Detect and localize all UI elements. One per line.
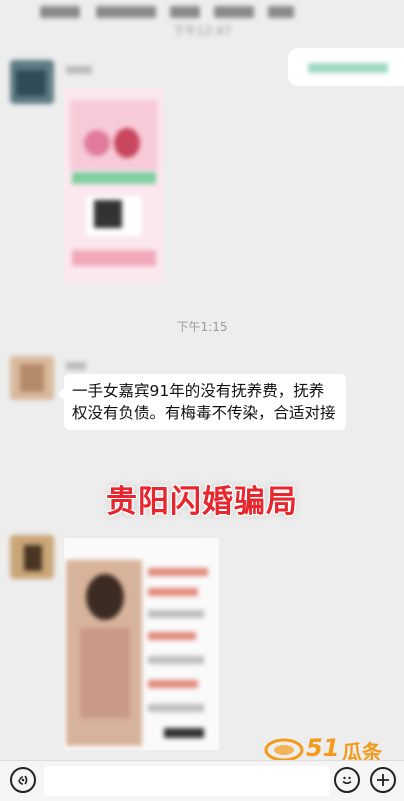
avatar[interactable] (10, 535, 54, 579)
avatar[interactable] (10, 356, 54, 400)
sender-name-1 (66, 66, 92, 74)
shared-poster-card[interactable] (64, 88, 164, 284)
outgoing-message-bubble[interactable] (288, 48, 404, 86)
emoji-icon[interactable] (334, 767, 360, 793)
timestamp-mid: 下午1:15 (176, 320, 228, 334)
message-text: 一手女嘉宾91年的没有抚养费，抚养权没有负债。有梅毒不传染，合适对接 (72, 382, 336, 422)
voice-icon[interactable] (10, 767, 36, 793)
avatar[interactable] (10, 60, 54, 104)
sender-name-2 (66, 362, 86, 370)
shared-profile-card[interactable] (64, 538, 219, 750)
overlay-title: 贵阳闪婚骗局 (106, 484, 298, 520)
timestamp-top: 下午12:47 (172, 24, 232, 38)
message-input[interactable] (44, 766, 330, 796)
watermark-number: 51 (306, 734, 340, 762)
incoming-message-bubble[interactable]: 一手女嘉宾91年的没有抚养费，抚养权没有负债。有梅毒不传染，合适对接 (58, 374, 346, 430)
plus-icon[interactable] (370, 767, 396, 793)
